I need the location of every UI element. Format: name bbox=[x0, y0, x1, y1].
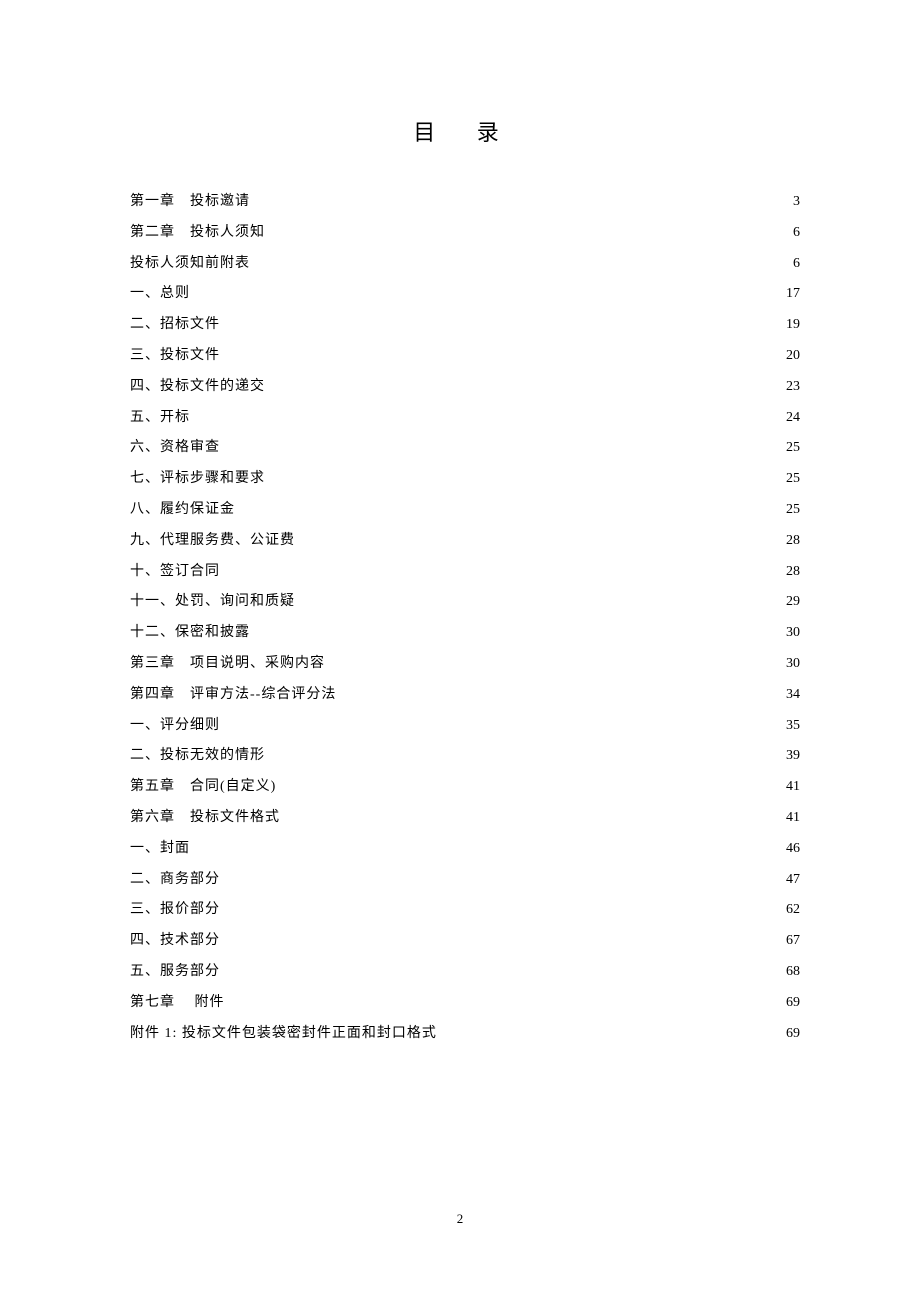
toc-entry-label: 二、投标无效的情形 bbox=[130, 741, 265, 772]
toc-entry: 第一章 投标邀请 3 bbox=[130, 187, 800, 218]
toc-entry-page: 23 bbox=[786, 372, 800, 403]
toc-entry-label: 四、投标文件的递交 bbox=[130, 372, 265, 403]
toc-entry: 二、商务部分 47 bbox=[130, 865, 800, 896]
toc-entry-page: 41 bbox=[786, 772, 800, 803]
toc-entry-label: 八、履约保证金 bbox=[130, 495, 235, 526]
toc-entry-page: 17 bbox=[786, 279, 800, 310]
toc-entry-page: 6 bbox=[793, 249, 800, 280]
toc-entry: 第四章 评审方法--综合评分法 34 bbox=[130, 680, 800, 711]
toc-entry: 四、技术部分 67 bbox=[130, 926, 800, 957]
toc-entry-label: 七、评标步骤和要求 bbox=[130, 464, 265, 495]
toc-entry: 二、投标无效的情形 39 bbox=[130, 741, 800, 772]
toc-entry-label: 第四章 评审方法--综合评分法 bbox=[130, 680, 336, 711]
toc-entry-page: 28 bbox=[786, 526, 800, 557]
toc-entry: 三、报价部分 62 bbox=[130, 895, 800, 926]
toc-entry-label: 三、报价部分 bbox=[130, 895, 220, 926]
toc-entry-label: 第七章 附件 bbox=[130, 988, 225, 1019]
toc-entry-label: 三、投标文件 bbox=[130, 341, 220, 372]
toc-entry-page: 47 bbox=[786, 865, 800, 896]
toc-entry-label: 二、商务部分 bbox=[130, 865, 220, 896]
toc-entry: 十一、处罚、询问和质疑 29 bbox=[130, 587, 800, 618]
toc-entry-label: 第二章 投标人须知 bbox=[130, 218, 265, 249]
toc-entry: 九、代理服务费、公证费 28 bbox=[130, 526, 800, 557]
toc-entry: 六、资格审查 25 bbox=[130, 433, 800, 464]
toc-entry-label: 一、封面 bbox=[130, 834, 190, 865]
toc-entry-label: 十、签订合同 bbox=[130, 557, 220, 588]
toc-entry-page: 3 bbox=[793, 187, 800, 218]
toc-entry-label: 投标人须知前附表 bbox=[130, 249, 250, 280]
toc-entry: 十、签订合同 28 bbox=[130, 557, 800, 588]
toc-entry-label: 附件 1: 投标文件包装袋密封件正面和封口格式 bbox=[130, 1019, 437, 1050]
toc-title: 目 录 bbox=[130, 115, 800, 147]
toc-entry: 一、总则 17 bbox=[130, 279, 800, 310]
toc-entry-page: 46 bbox=[786, 834, 800, 865]
toc-entry: 第六章 投标文件格式 41 bbox=[130, 803, 800, 834]
toc-entry: 二、招标文件 19 bbox=[130, 310, 800, 341]
toc-entry-label: 第一章 投标邀请 bbox=[130, 187, 250, 218]
toc-entry-page: 62 bbox=[786, 895, 800, 926]
page-number: 2 bbox=[0, 1211, 920, 1227]
toc-entry-label: 五、开标 bbox=[130, 403, 190, 434]
toc-entry-page: 34 bbox=[786, 680, 800, 711]
toc-entry: 第三章 项目说明、采购内容 30 bbox=[130, 649, 800, 680]
toc-entry-page: 35 bbox=[786, 711, 800, 742]
toc-entry-page: 68 bbox=[786, 957, 800, 988]
toc-list: 第一章 投标邀请3第二章 投标人须知6投标人须知前附表6一、总则17二、招标文件… bbox=[130, 187, 800, 1049]
toc-entry-label: 四、技术部分 bbox=[130, 926, 220, 957]
toc-entry-page: 6 bbox=[793, 218, 800, 249]
toc-entry-page: 30 bbox=[786, 649, 800, 680]
toc-entry-page: 20 bbox=[786, 341, 800, 372]
toc-entry-page: 29 bbox=[786, 587, 800, 618]
toc-entry: 第二章 投标人须知 6 bbox=[130, 218, 800, 249]
toc-entry-label: 一、总则 bbox=[130, 279, 190, 310]
toc-entry: 一、封面 46 bbox=[130, 834, 800, 865]
toc-entry-page: 69 bbox=[786, 1019, 800, 1050]
toc-entry: 第五章 合同(自定义) 41 bbox=[130, 772, 800, 803]
toc-entry-label: 一、评分细则 bbox=[130, 711, 220, 742]
toc-entry: 五、服务部分 68 bbox=[130, 957, 800, 988]
toc-entry: 三、投标文件 20 bbox=[130, 341, 800, 372]
toc-entry-page: 30 bbox=[786, 618, 800, 649]
toc-entry: 四、投标文件的递交 23 bbox=[130, 372, 800, 403]
toc-entry-label: 五、服务部分 bbox=[130, 957, 220, 988]
toc-entry-page: 19 bbox=[786, 310, 800, 341]
toc-entry-label: 第六章 投标文件格式 bbox=[130, 803, 280, 834]
toc-entry-page: 25 bbox=[786, 495, 800, 526]
toc-entry-page: 24 bbox=[786, 403, 800, 434]
toc-entry-page: 28 bbox=[786, 557, 800, 588]
toc-entry-page: 67 bbox=[786, 926, 800, 957]
toc-entry: 八、履约保证金 25 bbox=[130, 495, 800, 526]
toc-entry-page: 25 bbox=[786, 464, 800, 495]
toc-entry: 十二、保密和披露 30 bbox=[130, 618, 800, 649]
toc-entry-page: 39 bbox=[786, 741, 800, 772]
toc-entry: 投标人须知前附表 6 bbox=[130, 249, 800, 280]
toc-entry-label: 第三章 项目说明、采购内容 bbox=[130, 649, 325, 680]
toc-entry-label: 第五章 合同(自定义) bbox=[130, 772, 276, 803]
toc-entry-page: 25 bbox=[786, 433, 800, 464]
toc-entry: 五、开标 24 bbox=[130, 403, 800, 434]
toc-entry: 七、评标步骤和要求 25 bbox=[130, 464, 800, 495]
toc-entry-label: 十一、处罚、询问和质疑 bbox=[130, 587, 295, 618]
toc-entry-page: 41 bbox=[786, 803, 800, 834]
toc-entry: 附件 1: 投标文件包装袋密封件正面和封口格式 69 bbox=[130, 1019, 800, 1050]
toc-entry: 一、评分细则 35 bbox=[130, 711, 800, 742]
toc-entry-label: 六、资格审查 bbox=[130, 433, 220, 464]
toc-entry-label: 十二、保密和披露 bbox=[130, 618, 250, 649]
toc-entry-page: 69 bbox=[786, 988, 800, 1019]
toc-entry: 第七章 附件 69 bbox=[130, 988, 800, 1019]
toc-entry-label: 九、代理服务费、公证费 bbox=[130, 526, 295, 557]
toc-entry-label: 二、招标文件 bbox=[130, 310, 220, 341]
